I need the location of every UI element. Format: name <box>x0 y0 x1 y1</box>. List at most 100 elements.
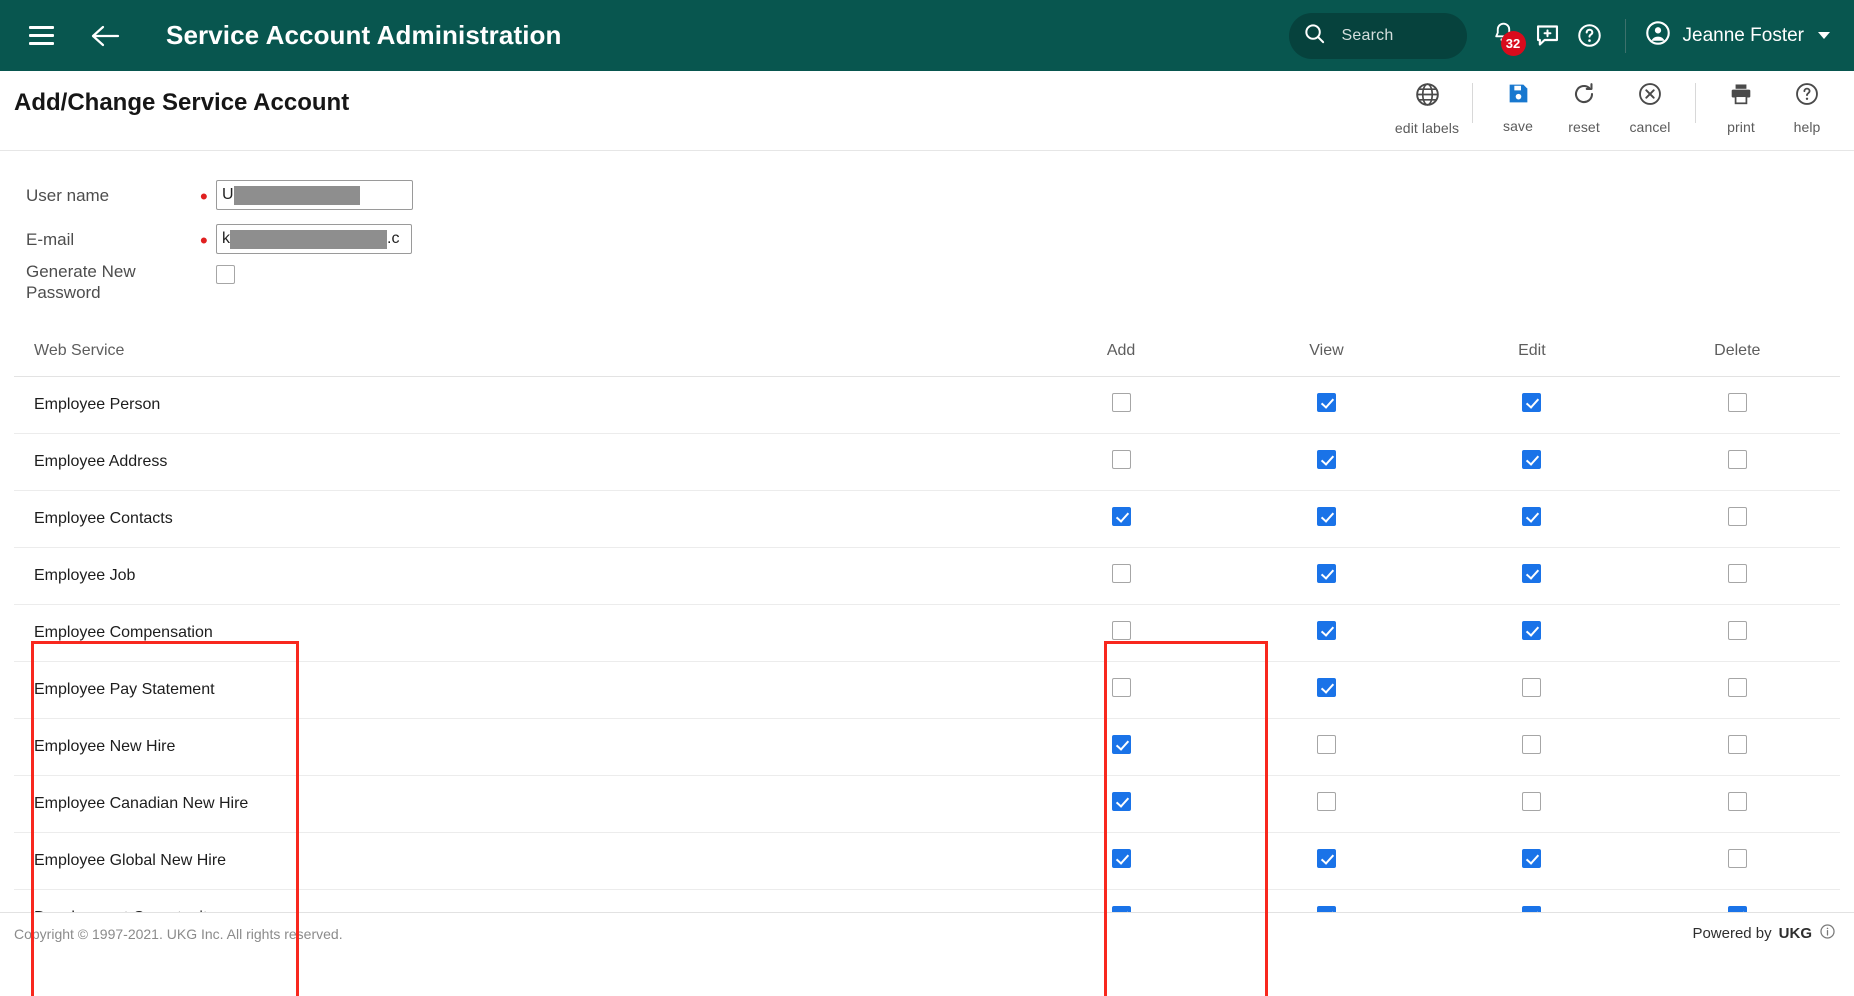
edit-labels-label: edit labels <box>1395 120 1459 136</box>
search-input[interactable]: Search <box>1289 13 1467 59</box>
web-service-name-cell: Employee Global New Hire <box>14 833 341 890</box>
web-service-name-cell: Employee Address <box>14 434 341 491</box>
save-label: save <box>1503 118 1533 134</box>
web-service-name-cell: Employee Contacts <box>14 491 341 548</box>
spacer-cell <box>341 719 1018 776</box>
delete-checkbox[interactable] <box>1728 450 1747 469</box>
add-checkbox[interactable] <box>1112 450 1131 469</box>
view-checkbox[interactable] <box>1317 849 1336 868</box>
table-row: Employee Global New Hire <box>14 833 1840 890</box>
add-checkbox[interactable] <box>1112 621 1131 640</box>
edit-checkbox[interactable] <box>1522 792 1541 811</box>
column-header-delete: Delete <box>1635 325 1840 377</box>
delete-checkbox[interactable] <box>1728 393 1747 412</box>
view-checkbox[interactable] <box>1317 393 1336 412</box>
delete-checkbox[interactable] <box>1728 564 1747 583</box>
email-input[interactable]: k .c <box>216 224 412 254</box>
generate-password-checkbox[interactable] <box>216 265 235 284</box>
view-checkbox[interactable] <box>1317 621 1336 640</box>
column-header-edit: Edit <box>1429 325 1634 377</box>
table-row: Employee Pay Statement <box>14 662 1840 719</box>
delete-checkbox[interactable] <box>1728 849 1747 868</box>
column-header-add: Add <box>1018 325 1223 377</box>
username-input[interactable]: U <box>216 180 413 210</box>
email-value-prefix: k <box>222 230 230 248</box>
help-circle-icon-appbar[interactable] <box>1571 17 1609 55</box>
view-checkbox[interactable] <box>1317 678 1336 697</box>
add-cell <box>1018 548 1223 605</box>
cancel-label: cancel <box>1629 119 1670 135</box>
edit-cell <box>1429 377 1634 434</box>
add-cell <box>1018 434 1223 491</box>
cancel-button[interactable]: cancel <box>1617 77 1683 135</box>
email-label: E-mail <box>0 229 200 250</box>
view-checkbox[interactable] <box>1317 735 1336 754</box>
delete-checkbox[interactable] <box>1728 735 1747 754</box>
edit-checkbox[interactable] <box>1522 450 1541 469</box>
edit-checkbox[interactable] <box>1522 849 1541 868</box>
view-checkbox[interactable] <box>1317 792 1336 811</box>
print-label: print <box>1727 119 1755 135</box>
delete-cell <box>1635 377 1840 434</box>
email-redacted-value <box>230 230 387 249</box>
appbar-divider <box>1625 19 1626 53</box>
view-checkbox[interactable] <box>1317 564 1336 583</box>
table-row: Employee Person <box>14 377 1840 434</box>
refresh-icon <box>1571 81 1597 112</box>
edit-checkbox[interactable] <box>1522 735 1541 754</box>
edit-checkbox[interactable] <box>1522 564 1541 583</box>
add-checkbox[interactable] <box>1112 735 1131 754</box>
edit-checkbox[interactable] <box>1522 507 1541 526</box>
add-checkbox[interactable] <box>1112 393 1131 412</box>
table-row: Employee New Hire <box>14 719 1840 776</box>
reset-button[interactable]: reset <box>1551 77 1617 135</box>
delete-checkbox[interactable] <box>1728 678 1747 697</box>
save-button[interactable]: save <box>1485 77 1551 134</box>
toolbar-divider-1 <box>1472 83 1473 123</box>
delete-checkbox[interactable] <box>1728 792 1747 811</box>
edit-checkbox[interactable] <box>1522 393 1541 412</box>
info-circle-icon[interactable] <box>1819 923 1836 944</box>
add-comment-icon[interactable] <box>1529 17 1567 55</box>
add-checkbox[interactable] <box>1112 849 1131 868</box>
add-cell <box>1018 833 1223 890</box>
web-service-name-cell: Employee Job <box>14 548 341 605</box>
delete-checkbox[interactable] <box>1728 507 1747 526</box>
edit-checkbox[interactable] <box>1522 678 1541 697</box>
username-value-prefix: U <box>222 186 234 204</box>
spacer-cell <box>341 776 1018 833</box>
edit-labels-button[interactable]: edit labels <box>1394 77 1460 136</box>
add-checkbox[interactable] <box>1112 507 1131 526</box>
user-name-label: Jeanne Foster <box>1683 25 1804 47</box>
edit-cell <box>1429 719 1634 776</box>
page-title-appbar: Service Account Administration <box>166 20 562 51</box>
user-menu-button[interactable]: Jeanne Foster <box>1644 19 1836 53</box>
notifications-button[interactable]: 32 <box>1483 15 1525 57</box>
view-checkbox[interactable] <box>1317 450 1336 469</box>
add-cell <box>1018 719 1223 776</box>
delete-cell <box>1635 776 1840 833</box>
chevron-down-icon <box>1818 32 1830 39</box>
edit-checkbox[interactable] <box>1522 621 1541 640</box>
hamburger-menu-icon[interactable] <box>22 17 60 55</box>
print-button[interactable]: print <box>1708 77 1774 135</box>
add-checkbox[interactable] <box>1112 564 1131 583</box>
reset-label: reset <box>1568 119 1600 135</box>
delete-checkbox[interactable] <box>1728 621 1747 640</box>
delete-cell <box>1635 719 1840 776</box>
email-value-suffix: .c <box>387 230 399 248</box>
add-checkbox[interactable] <box>1112 792 1131 811</box>
back-arrow-icon[interactable] <box>86 17 124 55</box>
view-checkbox[interactable] <box>1317 507 1336 526</box>
app-bar-right-group: Search 32 <box>1289 13 1836 59</box>
help-button[interactable]: help <box>1774 77 1840 135</box>
spacer-cell <box>341 491 1018 548</box>
user-avatar-icon <box>1644 19 1672 53</box>
web-service-name-cell: Employee Canadian New Hire <box>14 776 341 833</box>
column-header-view: View <box>1224 325 1429 377</box>
spacer-cell <box>341 434 1018 491</box>
web-service-name-cell: Employee New Hire <box>14 719 341 776</box>
add-cell <box>1018 491 1223 548</box>
add-checkbox[interactable] <box>1112 678 1131 697</box>
powered-by-group: Powered by UKG <box>1692 923 1836 944</box>
